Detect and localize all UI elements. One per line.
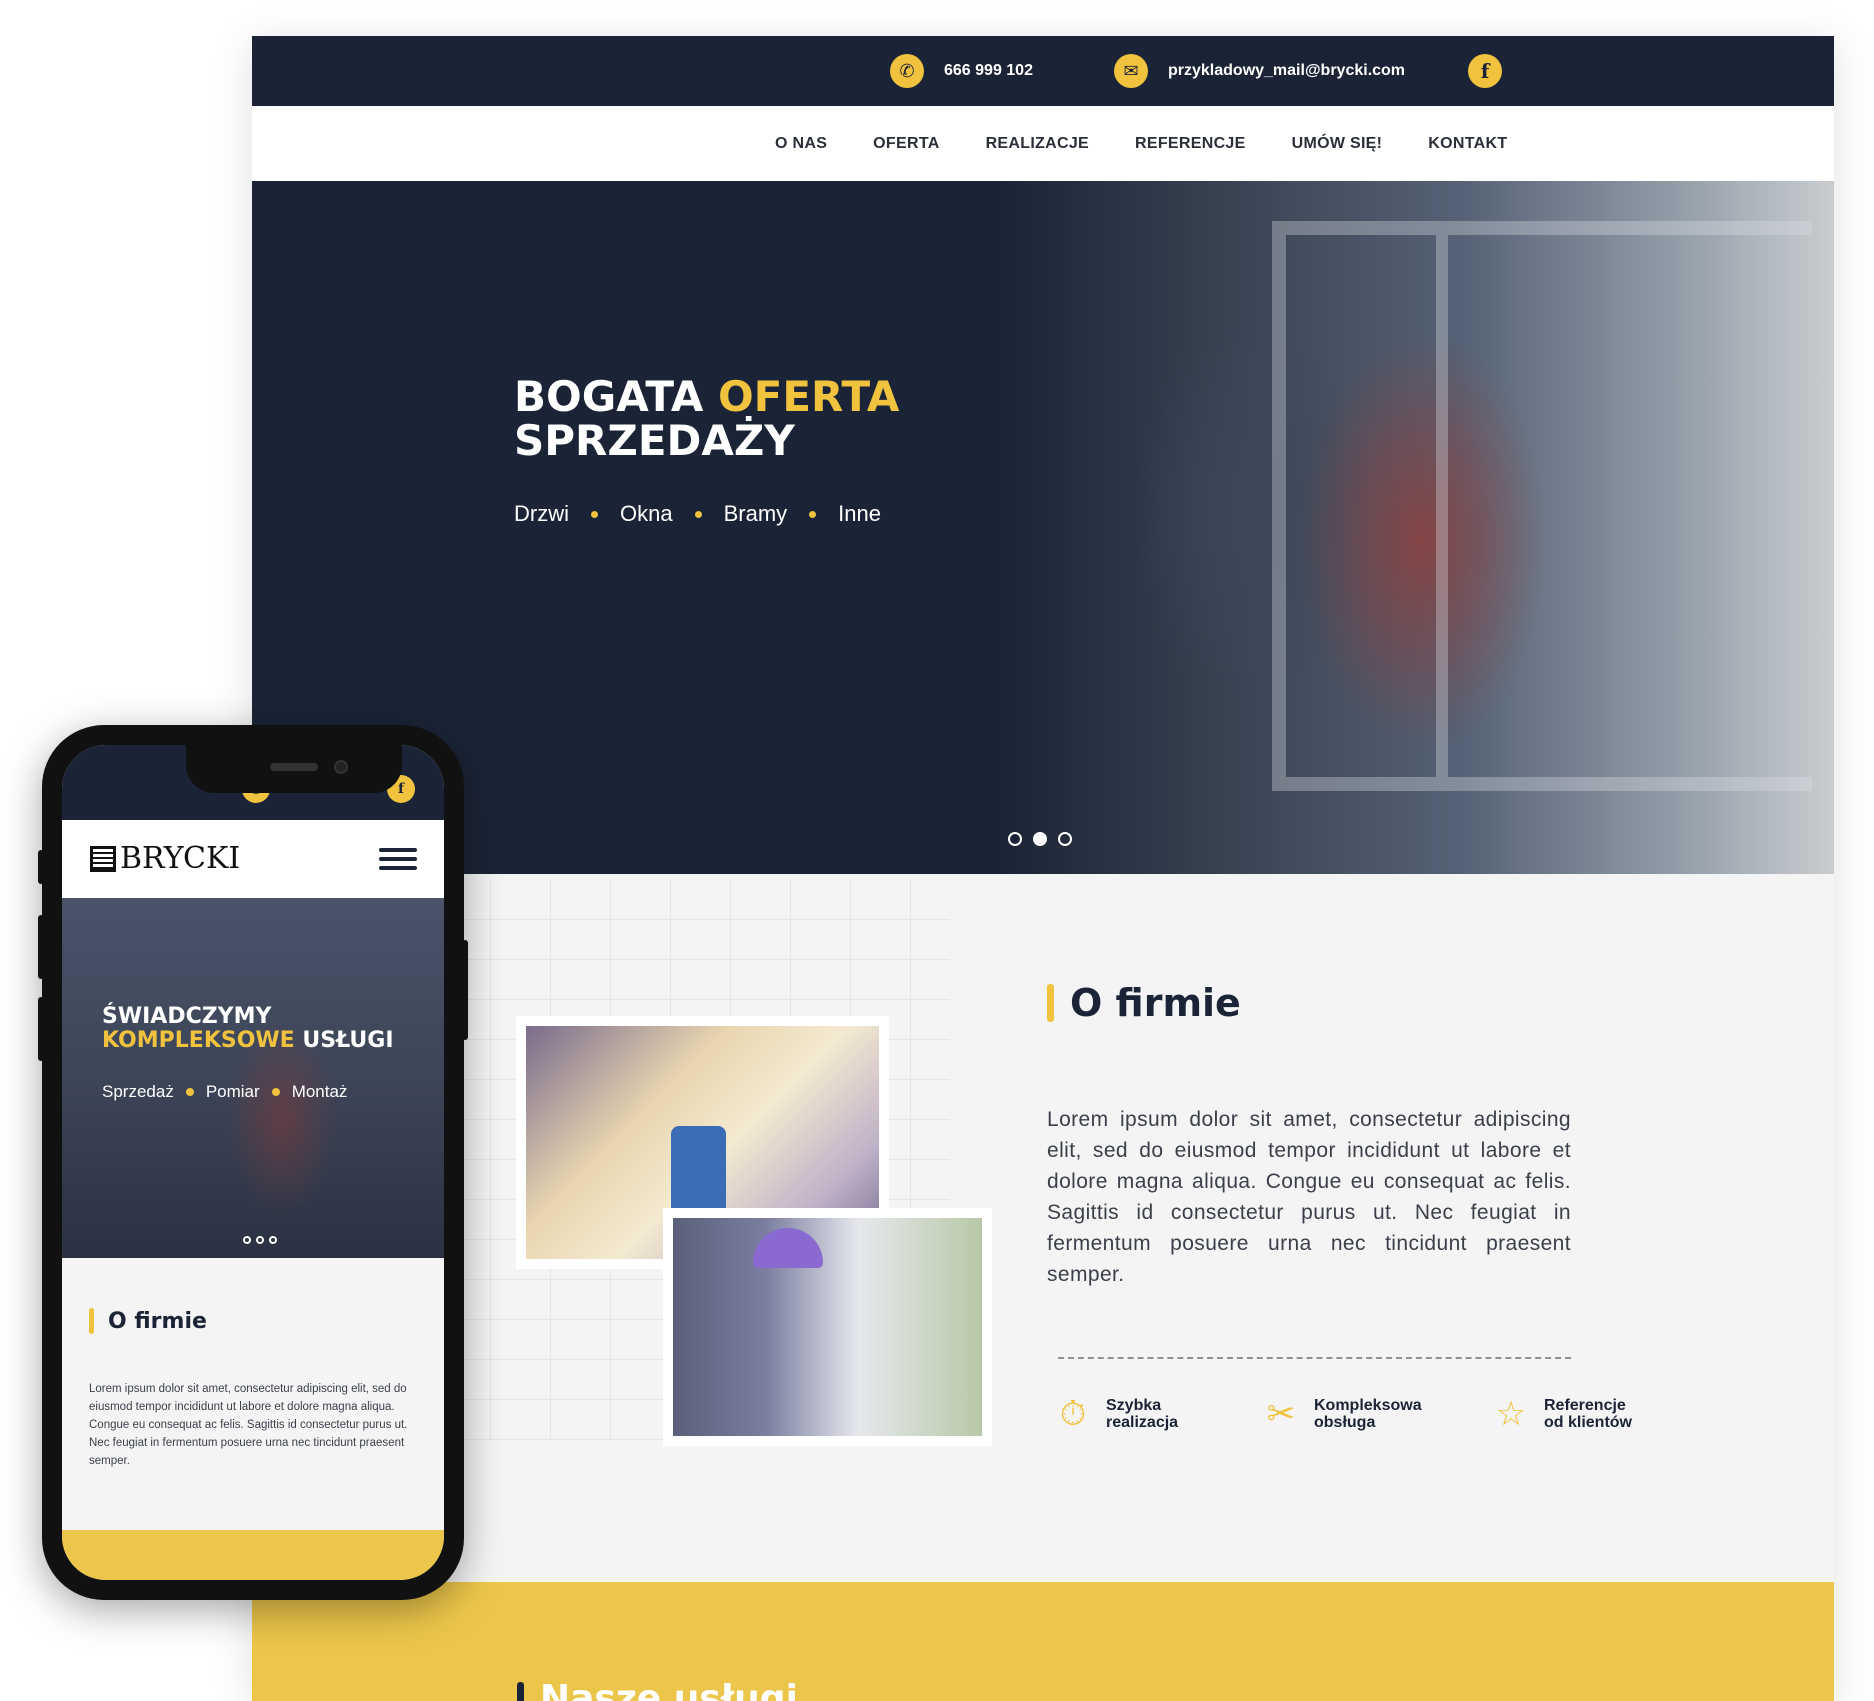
mobile-about-heading: O firmie bbox=[89, 1308, 207, 1334]
hero-title-part2: SPRZEDAŻY bbox=[514, 416, 795, 465]
feature-fast: ⏱ Szybka realizacja bbox=[1050, 1391, 1214, 1437]
logo-text: BRYCKI bbox=[120, 841, 241, 876]
tools-icon: ✂ bbox=[1266, 1395, 1296, 1433]
heading-accent-bar bbox=[517, 1681, 524, 1701]
about-title: O firmie bbox=[1070, 981, 1241, 1025]
worker-door-image bbox=[673, 1218, 982, 1436]
topbar-email[interactable]: ✉ przykladowy_mail@brycki.com bbox=[1114, 36, 1405, 106]
mobile-slider-dot[interactable] bbox=[243, 1236, 251, 1244]
stopwatch-icon: ⏱ bbox=[1059, 1394, 1087, 1433]
hero-list-item: Bramy bbox=[723, 501, 788, 526]
bullet-dot-icon bbox=[809, 510, 817, 518]
nav-item-realizacje[interactable]: REALIZACJE bbox=[986, 135, 1089, 153]
camera-icon bbox=[334, 760, 348, 774]
feature-references: ☆ Referencje od klientów bbox=[1488, 1391, 1654, 1437]
heading-accent-bar bbox=[1047, 984, 1054, 1022]
mobile-hero-list-item: Montaż bbox=[291, 1082, 348, 1101]
feature-line2: od klientów bbox=[1544, 1414, 1632, 1431]
feature-label: Kompleksowa obsługa bbox=[1314, 1397, 1444, 1431]
hero-list-item: Okna bbox=[620, 501, 673, 526]
phone-volume-down-button bbox=[38, 997, 44, 1061]
phone-mute-button bbox=[38, 850, 44, 884]
hero-list-item: Inne bbox=[838, 501, 881, 526]
mobile-hero-title-line1: ŚWIADCZYMY bbox=[102, 1004, 272, 1029]
mobile-about-title: O firmie bbox=[108, 1308, 207, 1334]
hero-window-frame bbox=[1272, 221, 1812, 791]
hero-product-list: Drzwi Okna Bramy Inne bbox=[514, 501, 881, 527]
mobile-hero-list-item: Sprzedaż bbox=[102, 1082, 174, 1101]
about-text: Lorem ipsum dolor sit amet, consectetur … bbox=[1047, 1108, 1571, 1286]
feature-label: Referencje od klientów bbox=[1544, 1397, 1654, 1431]
slider-dot-3[interactable] bbox=[1058, 832, 1072, 846]
feature-complex: ✂ Kompleksowa obsługa bbox=[1258, 1391, 1444, 1437]
hero-title: BOGATA OFERTA SPRZEDAŻY bbox=[514, 375, 899, 463]
desktop-mockup: ✆ 666 999 102 ✉ przykladowy_mail@brycki.… bbox=[252, 36, 1834, 1701]
top-contact-bar: ✆ 666 999 102 ✉ przykladowy_mail@brycki.… bbox=[252, 36, 1834, 106]
bullet-dot-icon bbox=[271, 1088, 280, 1096]
mobile-hero-title: ŚWIADCZYMY KOMPLEKSOWE USŁUGI bbox=[102, 1005, 394, 1053]
nav-menu: O NAS OFERTA REALIZACJE REFERENCJE UMÓW … bbox=[775, 106, 1553, 181]
mobile-about-text: Lorem ipsum dolor sit amet, consectetur … bbox=[89, 1383, 408, 1467]
feature-line1: Kompleksowa bbox=[1314, 1397, 1422, 1414]
about-photo-2 bbox=[663, 1208, 992, 1446]
mobile-navbar: BRYCKI bbox=[62, 820, 444, 898]
mobile-hero-title-accent: KOMPLEKSOWE bbox=[102, 1028, 295, 1053]
feature-label: Szybka realizacja bbox=[1106, 1397, 1214, 1431]
services-title: Nasze usługi bbox=[540, 1678, 798, 1701]
topbar-phone-text: 666 999 102 bbox=[944, 62, 1033, 79]
facebook-icon: f bbox=[1468, 54, 1502, 88]
mobile-hero-title-rest: USŁUGI bbox=[294, 1028, 394, 1053]
features-row: ⏱ Szybka realizacja ✂ Kompleksowa obsługa … bbox=[1050, 1391, 1698, 1437]
mobile-services-band bbox=[62, 1530, 444, 1580]
nav-item-oferta[interactable]: OFERTA bbox=[873, 135, 939, 153]
about-heading: O firmie bbox=[1047, 981, 1241, 1025]
phone-power-button bbox=[462, 940, 468, 1040]
phone-volume-up-button bbox=[38, 915, 44, 979]
topbar-phone[interactable]: ✆ 666 999 102 bbox=[890, 36, 1033, 106]
hero-title-accent: OFERTA bbox=[717, 372, 900, 421]
slider-dot-1[interactable] bbox=[1008, 832, 1022, 846]
brycki-logo[interactable]: BRYCKI bbox=[90, 841, 240, 876]
nav-item-kontakt[interactable]: KONTAKT bbox=[1428, 135, 1507, 153]
dashed-divider bbox=[1058, 1357, 1571, 1359]
mobile-hero-list-item: Pomiar bbox=[205, 1082, 260, 1101]
hero-slider: BOGATA OFERTA SPRZEDAŻY Drzwi Okna Bramy… bbox=[252, 181, 1834, 874]
bullet-dot-icon bbox=[694, 510, 702, 518]
mobile-slider-dots bbox=[243, 1236, 282, 1244]
hero-list-item: Drzwi bbox=[514, 501, 569, 526]
mobile-hero: ŚWIADCZYMY KOMPLEKSOWE USŁUGI Sprzedaż P… bbox=[62, 898, 444, 1258]
phone-icon: ✆ bbox=[890, 54, 924, 88]
services-section: Nasze usługi bbox=[252, 1582, 1834, 1701]
facebook-link[interactable]: f bbox=[1468, 36, 1502, 106]
phone-notch bbox=[186, 745, 402, 793]
hero-title-part1: BOGATA bbox=[514, 372, 718, 421]
slider-dots bbox=[1008, 832, 1083, 846]
slider-dot-2[interactable] bbox=[1033, 832, 1047, 846]
feature-line1: Referencje bbox=[1544, 1397, 1626, 1414]
logo-mark-icon bbox=[90, 845, 116, 872]
nav-item-o-nas[interactable]: O NAS bbox=[775, 135, 827, 153]
heading-accent-bar bbox=[89, 1308, 94, 1334]
feature-line2: realizacja bbox=[1106, 1414, 1179, 1431]
nav-item-umow-sie[interactable]: UMÓW SIĘ! bbox=[1292, 135, 1383, 153]
hamburger-menu-icon[interactable] bbox=[379, 848, 417, 875]
feature-line2: obsługa bbox=[1314, 1414, 1376, 1431]
topbar-email-text: przykladowy_mail@brycki.com bbox=[1168, 62, 1406, 79]
phone-mockup: ✆ 666 999 102 f BRYCKI ŚWIADCZYMY KOMPLE… bbox=[38, 725, 468, 1600]
nav-item-referencje[interactable]: REFERENCJE bbox=[1135, 135, 1246, 153]
main-navbar: O NAS OFERTA REALIZACJE REFERENCJE UMÓW … bbox=[252, 106, 1834, 181]
feature-line1: Szybka bbox=[1106, 1397, 1162, 1414]
mail-icon: ✉ bbox=[1114, 54, 1148, 88]
bullet-dot-icon bbox=[591, 510, 598, 518]
phone-screen: ✆ 666 999 102 f BRYCKI ŚWIADCZYMY KOMPLE… bbox=[62, 745, 444, 1580]
speaker-grille bbox=[270, 763, 318, 771]
bullet-dot-icon bbox=[185, 1088, 194, 1096]
rating-icon: ☆ bbox=[1495, 1395, 1527, 1433]
mobile-hero-list: Sprzedaż Pomiar Montaż bbox=[102, 1082, 347, 1102]
services-heading: Nasze usługi bbox=[517, 1678, 798, 1701]
mobile-slider-dot[interactable] bbox=[256, 1236, 264, 1244]
mobile-slider-dot[interactable] bbox=[269, 1236, 277, 1244]
